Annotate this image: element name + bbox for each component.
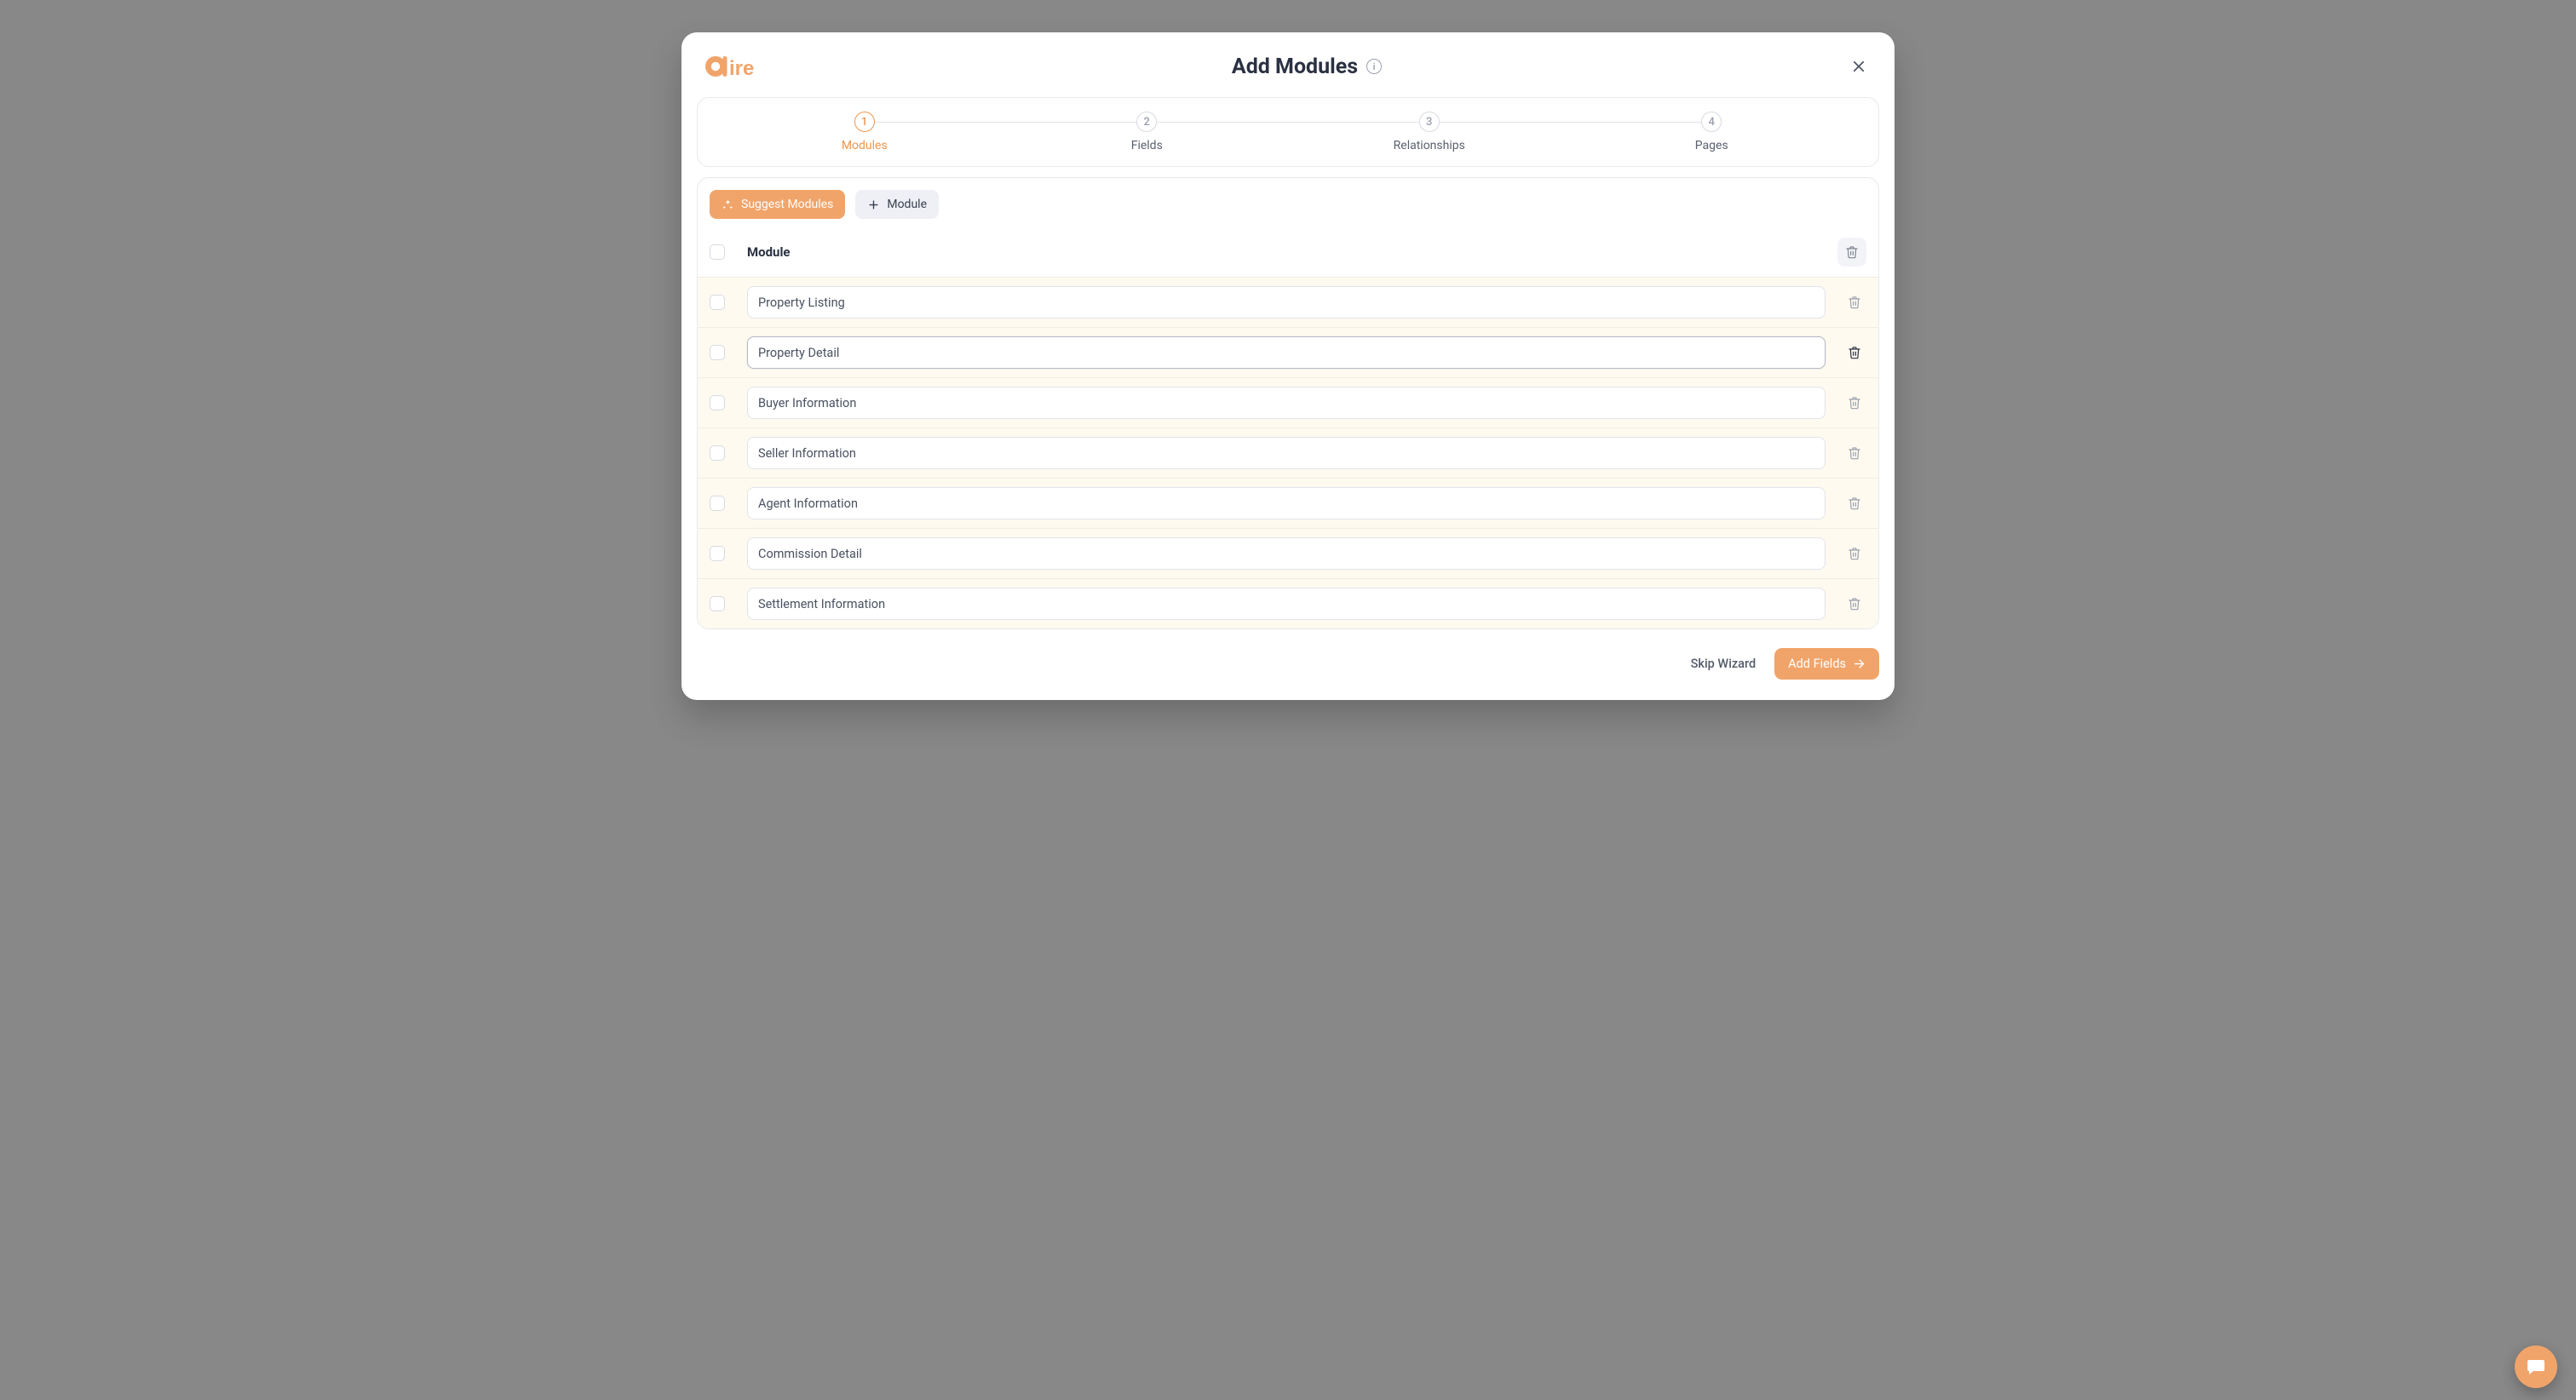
close-button[interactable] xyxy=(1847,55,1871,78)
delete-row-button[interactable] xyxy=(1843,592,1866,616)
step-number: 4 xyxy=(1701,112,1722,132)
info-icon[interactable]: i xyxy=(1366,59,1382,74)
step-pages[interactable]: 4 Pages xyxy=(1571,112,1854,152)
module-name-wrap xyxy=(747,336,1826,369)
delete-row-button[interactable] xyxy=(1843,441,1866,465)
module-column-header: Module xyxy=(747,244,1837,260)
row-checkbox[interactable] xyxy=(710,496,725,511)
modules-rows xyxy=(698,277,1878,628)
step-label: Modules xyxy=(842,139,888,152)
aire-logo: ire xyxy=(705,51,767,82)
trash-icon xyxy=(1848,396,1861,410)
module-row xyxy=(698,277,1878,327)
modules-table-header: Module xyxy=(698,227,1878,277)
module-name-input[interactable] xyxy=(747,286,1826,318)
trash-icon xyxy=(1845,245,1859,259)
module-row xyxy=(698,377,1878,427)
module-name-input[interactable] xyxy=(747,336,1826,369)
module-name-wrap xyxy=(747,437,1826,469)
svg-text:ire: ire xyxy=(729,57,754,80)
step-modules[interactable]: 1 Modules xyxy=(723,112,1006,152)
trash-icon xyxy=(1848,295,1861,309)
close-icon xyxy=(1851,59,1866,74)
module-name-wrap xyxy=(747,588,1826,620)
step-label: Pages xyxy=(1695,139,1728,152)
row-checkbox[interactable] xyxy=(710,395,725,410)
select-all-checkbox[interactable] xyxy=(710,244,725,260)
add-module-button[interactable]: Module xyxy=(855,190,939,219)
dialog-footer: Skip Wizard Add Fields xyxy=(681,629,1895,680)
dialog-title: Add Modules xyxy=(1232,55,1358,79)
modules-panel: Suggest Modules Module Module xyxy=(697,177,1879,629)
row-checkbox[interactable] xyxy=(710,345,725,360)
add-fields-label: Add Fields xyxy=(1788,657,1846,671)
module-row xyxy=(698,327,1878,377)
step-relationships[interactable]: 3 Relationships xyxy=(1288,112,1571,152)
module-name-input[interactable] xyxy=(747,437,1826,469)
trash-icon xyxy=(1848,446,1861,460)
trash-icon xyxy=(1848,597,1861,611)
module-row xyxy=(698,478,1878,528)
module-name-wrap xyxy=(747,387,1826,419)
delete-row-button[interactable] xyxy=(1843,341,1866,364)
module-row xyxy=(698,578,1878,628)
suggest-modules-label: Suggest Modules xyxy=(741,198,833,211)
module-name-input[interactable] xyxy=(747,487,1826,519)
trash-icon xyxy=(1848,346,1861,359)
plus-icon xyxy=(867,198,880,211)
module-name-wrap xyxy=(747,286,1826,318)
step-fields[interactable]: 2 Fields xyxy=(1006,112,1289,152)
delete-row-button[interactable] xyxy=(1843,542,1866,565)
trash-icon xyxy=(1848,496,1861,510)
add-module-label: Module xyxy=(887,198,927,211)
module-name-input[interactable] xyxy=(747,588,1826,620)
step-label: Fields xyxy=(1131,139,1163,152)
delete-row-button[interactable] xyxy=(1843,391,1866,415)
delete-row-button[interactable] xyxy=(1843,290,1866,314)
module-name-wrap xyxy=(747,537,1826,570)
chat-launcher-button[interactable] xyxy=(2515,1345,2557,1388)
dialog-header: ire Add Modules i xyxy=(681,51,1895,97)
suggest-modules-button[interactable]: Suggest Modules xyxy=(710,190,845,219)
module-row xyxy=(698,427,1878,478)
module-name-input[interactable] xyxy=(747,537,1826,570)
module-name-input[interactable] xyxy=(747,387,1826,419)
module-row xyxy=(698,528,1878,578)
module-name-wrap xyxy=(747,487,1826,519)
sparkle-icon xyxy=(722,198,734,211)
dialog-title-wrap: Add Modules i xyxy=(767,55,1847,79)
add-fields-button[interactable]: Add Fields xyxy=(1774,648,1879,680)
trash-icon xyxy=(1848,547,1861,560)
chat-icon xyxy=(2526,1357,2546,1377)
step-label: Relationships xyxy=(1394,139,1465,152)
row-checkbox[interactable] xyxy=(710,596,725,611)
step-number: 3 xyxy=(1419,112,1440,132)
step-number: 2 xyxy=(1136,112,1157,132)
step-number: 1 xyxy=(854,112,875,132)
row-checkbox[interactable] xyxy=(710,546,725,561)
row-checkbox[interactable] xyxy=(710,445,725,461)
content-container: Suggest Modules Module Module xyxy=(681,177,1895,629)
row-checkbox[interactable] xyxy=(710,295,725,310)
modules-toolbar: Suggest Modules Module xyxy=(698,178,1878,227)
skip-wizard-button[interactable]: Skip Wizard xyxy=(1691,657,1757,671)
wizard-stepper: 1 Modules 2 Fields 3 Relationships 4 Pages xyxy=(697,97,1879,167)
delete-selected-button[interactable] xyxy=(1837,238,1866,267)
stepper-container: 1 Modules 2 Fields 3 Relationships 4 Pages xyxy=(681,97,1895,167)
add-modules-dialog: ire Add Modules i 1 Modules 2 Fields 3 Relati… xyxy=(681,32,1895,700)
arrow-right-icon xyxy=(1853,657,1866,670)
delete-row-button[interactable] xyxy=(1843,491,1866,515)
